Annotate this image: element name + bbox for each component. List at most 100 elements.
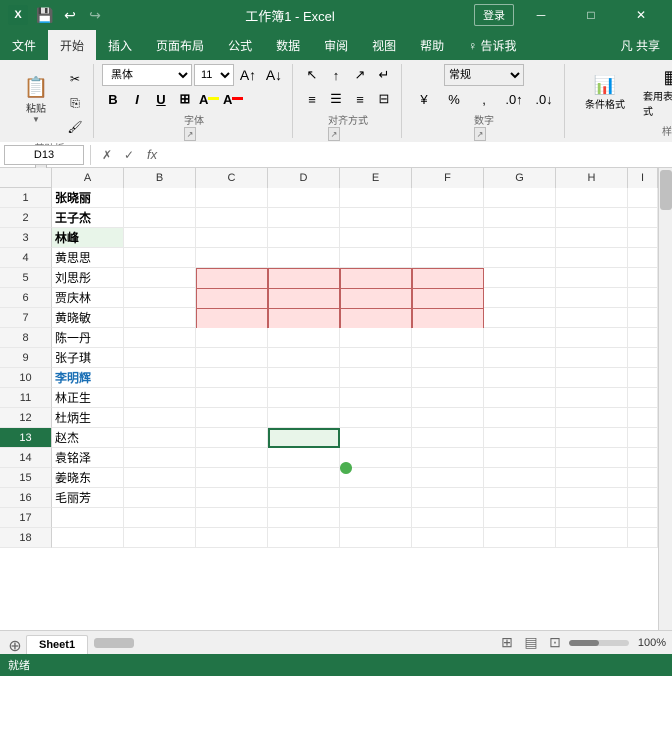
- row-header-3[interactable]: 3: [0, 228, 52, 248]
- cell-d11[interactable]: [268, 388, 340, 408]
- cell-d5[interactable]: [268, 268, 340, 290]
- cell-a13[interactable]: 赵杰: [52, 428, 124, 448]
- cell-i16[interactable]: [628, 488, 658, 508]
- cell-i12[interactable]: [628, 408, 658, 428]
- corner-header[interactable]: [0, 168, 52, 188]
- row-header-15[interactable]: 15: [0, 468, 52, 488]
- align-top-center-button[interactable]: ↑: [325, 64, 347, 86]
- cell-b2[interactable]: [124, 208, 196, 228]
- table-format-button[interactable]: ▦ 套用表格格式: [640, 64, 672, 121]
- cell-d17[interactable]: [268, 508, 340, 528]
- cell-g7[interactable]: [484, 308, 556, 328]
- page-break-view-button[interactable]: ⊡: [545, 633, 565, 653]
- cell-i9[interactable]: [628, 348, 658, 368]
- align-top-right-button[interactable]: ↗: [349, 64, 371, 86]
- cell-a5[interactable]: 刘思彤: [52, 268, 124, 288]
- cell-i3[interactable]: [628, 228, 658, 248]
- cell-b1[interactable]: [124, 188, 196, 208]
- tab-share[interactable]: 凡 共享: [609, 30, 672, 60]
- cell-g9[interactable]: [484, 348, 556, 368]
- cell-d2[interactable]: [268, 208, 340, 228]
- row-header-16[interactable]: 16: [0, 488, 52, 508]
- cell-e5[interactable]: [340, 268, 412, 290]
- row-header-13[interactable]: 13: [0, 428, 52, 448]
- percent-button[interactable]: %: [440, 88, 468, 110]
- merge-center-button[interactable]: ⊟: [373, 88, 395, 110]
- cell-d3[interactable]: [268, 228, 340, 248]
- cell-f7[interactable]: [412, 308, 484, 330]
- minimize-button[interactable]: －: [518, 0, 564, 30]
- cell-a9[interactable]: 张子琪: [52, 348, 124, 368]
- cell-d15[interactable]: [268, 468, 340, 488]
- row-header-14[interactable]: 14: [0, 448, 52, 468]
- cell-i17[interactable]: [628, 508, 658, 528]
- cell-d10[interactable]: [268, 368, 340, 388]
- tab-file[interactable]: 文件: [0, 30, 48, 60]
- cell-c12[interactable]: [196, 408, 268, 428]
- cell-h7[interactable]: [556, 308, 628, 328]
- cell-c16[interactable]: [196, 488, 268, 508]
- cell-b10[interactable]: [124, 368, 196, 388]
- col-header-e[interactable]: E: [340, 168, 412, 188]
- cell-i15[interactable]: [628, 468, 658, 488]
- cell-e14[interactable]: [340, 448, 412, 468]
- tab-home[interactable]: 开始: [48, 30, 96, 60]
- align-top-left-button[interactable]: ↖: [301, 64, 323, 86]
- underline-button[interactable]: U: [150, 88, 172, 110]
- cell-g1[interactable]: [484, 188, 556, 208]
- normal-view-button[interactable]: ⊞: [497, 633, 517, 653]
- cell-e1[interactable]: [340, 188, 412, 208]
- undo-button[interactable]: ↩: [59, 4, 81, 26]
- tab-formula[interactable]: 公式: [216, 30, 264, 60]
- tab-data[interactable]: 数据: [264, 30, 312, 60]
- cell-f14[interactable]: [412, 448, 484, 468]
- cell-f8[interactable]: [412, 328, 484, 348]
- cell-i6[interactable]: [628, 288, 658, 308]
- cell-h14[interactable]: [556, 448, 628, 468]
- cell-f10[interactable]: [412, 368, 484, 388]
- cell-h11[interactable]: [556, 388, 628, 408]
- cell-b12[interactable]: [124, 408, 196, 428]
- cell-f11[interactable]: [412, 388, 484, 408]
- cell-g13[interactable]: [484, 428, 556, 448]
- cell-i13[interactable]: [628, 428, 658, 448]
- paste-button[interactable]: 📋 粘贴 ▼: [12, 75, 60, 127]
- cell-h15[interactable]: [556, 468, 628, 488]
- cell-c7[interactable]: [196, 308, 268, 330]
- cell-c10[interactable]: [196, 368, 268, 388]
- cell-g11[interactable]: [484, 388, 556, 408]
- cell-a7[interactable]: 黄晓敏: [52, 308, 124, 328]
- cell-g12[interactable]: [484, 408, 556, 428]
- cell-f2[interactable]: [412, 208, 484, 228]
- cut-button[interactable]: ✂: [63, 68, 87, 90]
- conditional-format-button[interactable]: 📊 条件格式: [573, 72, 637, 114]
- cell-e10[interactable]: [340, 368, 412, 388]
- cell-f17[interactable]: [412, 508, 484, 528]
- row-header-1[interactable]: 1: [0, 188, 52, 208]
- cell-b16[interactable]: [124, 488, 196, 508]
- cell-e11[interactable]: [340, 388, 412, 408]
- cell-c11[interactable]: [196, 388, 268, 408]
- cell-d4[interactable]: [268, 248, 340, 268]
- cell-h9[interactable]: [556, 348, 628, 368]
- cell-c2[interactable]: [196, 208, 268, 228]
- cell-c18[interactable]: [196, 528, 268, 548]
- align-right-button[interactable]: ≡: [349, 88, 371, 110]
- italic-button[interactable]: I: [126, 88, 148, 110]
- sheet-tab-1[interactable]: Sheet1: [26, 635, 88, 655]
- wrap-text-button[interactable]: ↵: [373, 64, 395, 86]
- cell-e3[interactable]: [340, 228, 412, 248]
- redo-button[interactable]: ↪: [84, 4, 106, 26]
- cell-h2[interactable]: [556, 208, 628, 228]
- cell-b4[interactable]: [124, 248, 196, 268]
- cell-h13[interactable]: [556, 428, 628, 448]
- align-center-button[interactable]: ☰: [325, 88, 347, 110]
- row-header-18[interactable]: 18: [0, 528, 52, 548]
- font-size-select[interactable]: 11: [194, 64, 234, 86]
- cell-b13[interactable]: [124, 428, 196, 448]
- cell-c13[interactable]: [196, 428, 268, 448]
- increase-font-button[interactable]: A↑: [236, 64, 260, 86]
- tab-review[interactable]: 审阅: [312, 30, 360, 60]
- row-header-10[interactable]: 10: [0, 368, 52, 388]
- decrease-decimal-button[interactable]: .0↓: [530, 88, 558, 110]
